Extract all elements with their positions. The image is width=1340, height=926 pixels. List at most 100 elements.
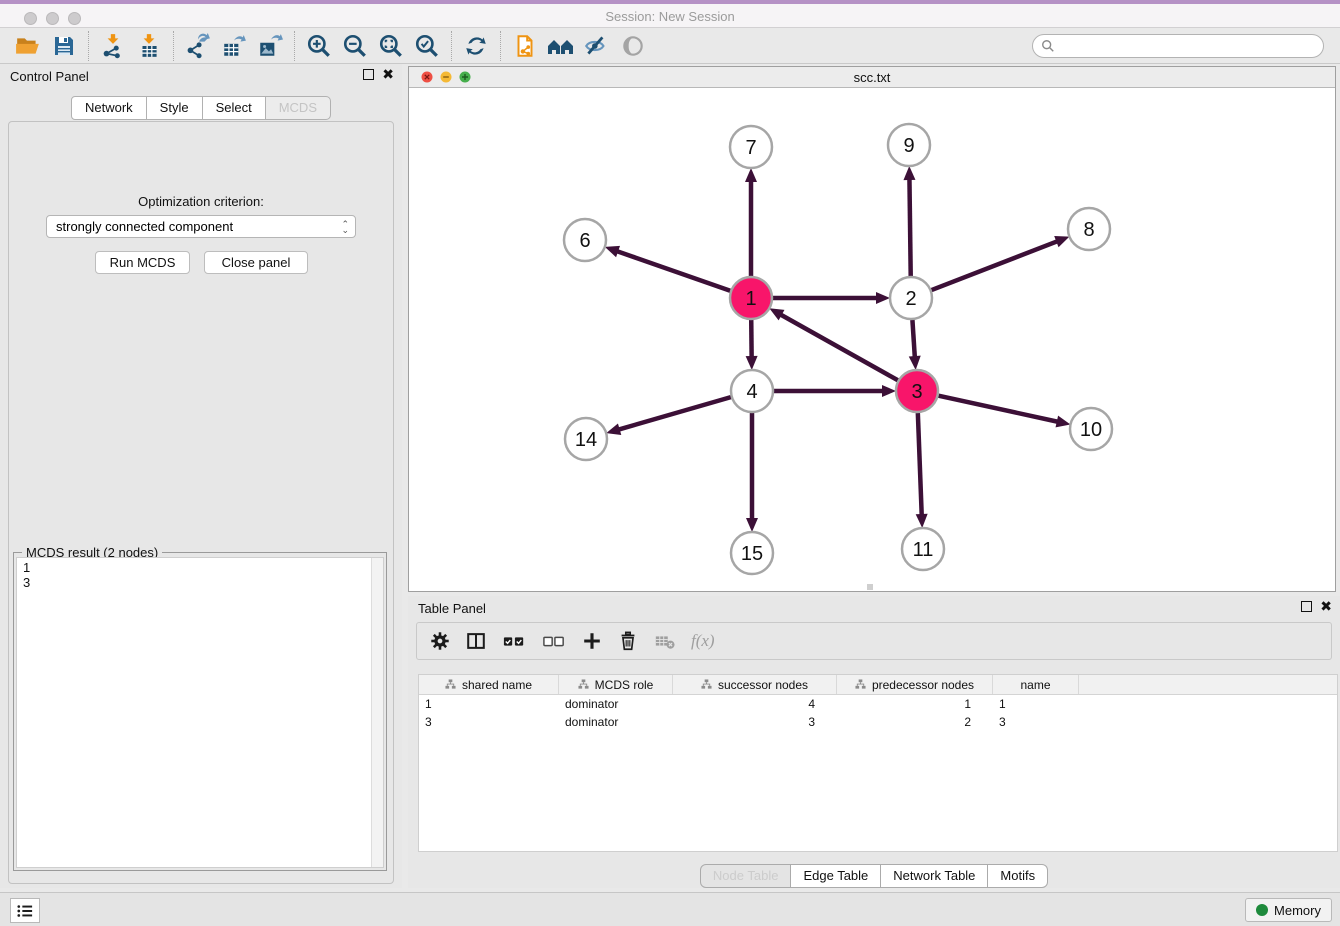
search-input[interactable] xyxy=(1061,38,1315,54)
graph-edge-3-1[interactable] xyxy=(781,315,898,381)
graph-node-4[interactable]: 4 xyxy=(731,370,773,412)
network-view-title: scc.txt xyxy=(409,70,1335,85)
network-window-titlebar[interactable]: scc.txt xyxy=(409,67,1335,88)
memory-label: Memory xyxy=(1274,903,1321,918)
save-session-button[interactable] xyxy=(46,30,82,62)
graph-node-3[interactable]: 3 xyxy=(896,370,938,412)
column-header-shared-name[interactable]: shared name xyxy=(419,675,559,694)
tab-network-table[interactable]: Network Table xyxy=(880,864,988,888)
search-box[interactable] xyxy=(1032,34,1324,58)
delete-column-icon[interactable] xyxy=(617,630,639,652)
graph-edge-2-9[interactable] xyxy=(909,179,910,276)
table-cell[interactable]: 1 xyxy=(837,695,993,713)
graph-node-11[interactable]: 11 xyxy=(902,528,944,570)
import-network-button[interactable] xyxy=(95,30,131,62)
function-builder-icon: f(x) xyxy=(691,631,715,651)
tab-motifs[interactable]: Motifs xyxy=(987,864,1048,888)
graph-node-8[interactable]: 8 xyxy=(1068,208,1110,250)
column-header-successor-nodes[interactable]: successor nodes xyxy=(673,675,837,694)
graph-node-6[interactable]: 6 xyxy=(564,219,606,261)
export-table-button[interactable] xyxy=(216,30,252,62)
result-scrollbar[interactable] xyxy=(371,558,383,867)
graph-node-14[interactable]: 14 xyxy=(565,418,607,460)
import-table-button[interactable] xyxy=(131,30,167,62)
add-column-icon[interactable] xyxy=(581,630,603,652)
deselect-all-icon[interactable] xyxy=(541,630,567,652)
column-tree-icon xyxy=(701,679,712,690)
float-panel-icon[interactable] xyxy=(363,69,374,80)
zoom-out-button[interactable] xyxy=(337,30,373,62)
tab-edge-table[interactable]: Edge Table xyxy=(790,864,881,888)
table-cell[interactable]: 3 xyxy=(419,713,559,731)
tab-node-table[interactable]: Node Table xyxy=(700,864,792,888)
table-cell[interactable]: 1 xyxy=(993,695,1079,713)
tab-mcds[interactable]: MCDS xyxy=(265,96,331,120)
import-table-icon xyxy=(136,33,162,59)
import-network-icon xyxy=(100,33,126,59)
table-cell[interactable]: 3 xyxy=(993,713,1079,731)
open-session-button[interactable] xyxy=(10,30,46,62)
graph-node-9[interactable]: 9 xyxy=(888,124,930,166)
table-panel-title: Table Panel xyxy=(418,601,486,616)
zoom-selected-button[interactable] xyxy=(409,30,445,62)
graph-edge-2-8[interactable] xyxy=(932,241,1058,290)
table-row[interactable]: 3dominator323 xyxy=(419,713,1337,731)
home-neighbors-button[interactable] xyxy=(543,30,579,62)
memory-button[interactable]: Memory xyxy=(1245,898,1332,922)
network-graph[interactable]: 7 9 6 8 1 2 4 3 14 10 15 11 xyxy=(409,88,1335,591)
close-panel-button[interactable]: Close panel xyxy=(204,251,308,274)
tab-network[interactable]: Network xyxy=(71,96,147,120)
graph-edge-1-6[interactable] xyxy=(617,251,730,291)
table-cell[interactable]: 1 xyxy=(419,695,559,713)
node-label: 6 xyxy=(579,230,590,252)
clone-network-icon xyxy=(512,33,538,59)
export-network-icon xyxy=(185,33,211,59)
graph-node-1[interactable]: 1 xyxy=(730,277,772,319)
show-columns-icon[interactable] xyxy=(465,630,487,652)
run-mcds-button[interactable]: Run MCDS xyxy=(95,251,190,274)
table-cell[interactable]: dominator xyxy=(559,695,673,713)
close-table-panel-icon[interactable]: ✖ xyxy=(1320,601,1332,612)
graph-edge-3-11[interactable] xyxy=(918,413,922,515)
graph-node-15[interactable]: 15 xyxy=(731,532,773,574)
graph-edge-2-3[interactable] xyxy=(912,320,914,357)
export-image-button[interactable] xyxy=(252,30,288,62)
graph-node-10[interactable]: 10 xyxy=(1070,408,1112,450)
column-header-name[interactable]: name xyxy=(993,675,1079,694)
column-header-MCDS-role[interactable]: MCDS role xyxy=(559,675,673,694)
optimization-criterion-select[interactable]: strongly connected component ⌃⌄ xyxy=(46,215,356,238)
graphics-details-button[interactable] xyxy=(579,30,615,62)
apply-layout-button[interactable] xyxy=(458,30,494,62)
table-cell[interactable]: 4 xyxy=(673,695,837,713)
graph-edge-3-10[interactable] xyxy=(938,396,1057,422)
zoom-fit-button[interactable] xyxy=(373,30,409,62)
canvas-resize-handle[interactable] xyxy=(867,584,873,590)
main-toolbar xyxy=(0,28,1340,64)
save-icon xyxy=(52,34,76,58)
graph-node-7[interactable]: 7 xyxy=(730,126,772,168)
column-header-predecessor-nodes[interactable]: predecessor nodes xyxy=(837,675,993,694)
network-canvas[interactable]: 7 9 6 8 1 2 4 3 14 10 15 11 xyxy=(409,88,1335,591)
houses-icon xyxy=(546,33,576,59)
tab-style[interactable]: Style xyxy=(146,96,203,120)
graph-node-2[interactable]: 2 xyxy=(890,277,932,319)
graph-edge-4-14[interactable] xyxy=(619,397,731,429)
float-table-panel-icon[interactable] xyxy=(1301,601,1312,612)
zoom-in-button[interactable] xyxy=(301,30,337,62)
mcds-result-area[interactable]: 1 3 xyxy=(16,557,384,868)
table-cell[interactable]: 3 xyxy=(673,713,837,731)
eye-button[interactable] xyxy=(615,30,651,62)
column-tree-icon xyxy=(578,679,589,690)
export-network-button[interactable] xyxy=(180,30,216,62)
close-panel-icon[interactable]: ✖ xyxy=(382,69,394,80)
tab-select[interactable]: Select xyxy=(202,96,266,120)
table-panel-header: Table Panel ✖ xyxy=(408,596,1340,620)
table-row[interactable]: 1dominator411 xyxy=(419,695,1337,713)
clone-network-button[interactable] xyxy=(507,30,543,62)
task-history-button[interactable] xyxy=(10,898,40,923)
table-cell[interactable]: dominator xyxy=(559,713,673,731)
node-table[interactable]: shared nameMCDS rolesuccessor nodesprede… xyxy=(418,674,1338,852)
select-all-icon[interactable] xyxy=(501,630,527,652)
table-cell[interactable]: 2 xyxy=(837,713,993,731)
gear-icon[interactable] xyxy=(429,630,451,652)
